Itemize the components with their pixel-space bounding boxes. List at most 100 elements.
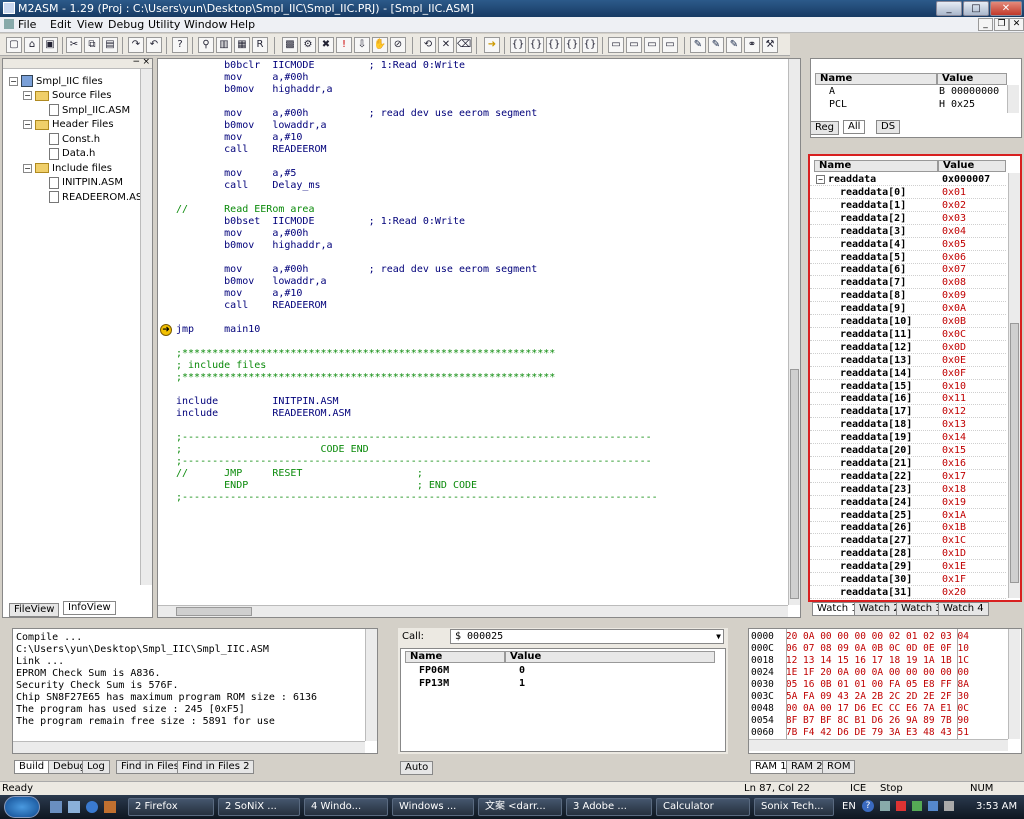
watch-row[interactable]: readdata[6] 0x07 [810, 263, 1006, 277]
tree-item[interactable]: − Source Files [23, 89, 111, 103]
tab-ds[interactable]: DS [876, 120, 901, 134]
menu-file[interactable]: File [4, 18, 36, 31]
tree-item[interactable]: Smpl_IIC.ASM [37, 103, 130, 117]
undo-icon[interactable]: ↶ [146, 37, 162, 53]
menu-edit[interactable]: Edit [50, 18, 71, 31]
reset-icon[interactable]: ⟲ [420, 37, 436, 53]
watch-row[interactable]: readdata[27] 0x1C [810, 534, 1006, 548]
watch-row[interactable]: readdata[24] 0x19 [810, 496, 1006, 509]
watch-row[interactable]: readdata[2] 0x03 [810, 212, 1006, 225]
disable-breakpoint-icon[interactable]: ✎ [726, 37, 742, 53]
ram-row[interactable]: 0000 20 0A 00 00 00 00 02 01 02 03 04 [751, 631, 969, 643]
step-out-icon[interactable]: {} [546, 37, 562, 53]
watch-row[interactable]: readdata[11] 0x0C [810, 328, 1006, 341]
clock[interactable]: 3:53 AM [976, 801, 1017, 812]
watch-row[interactable]: readdata[12] 0x0D [810, 341, 1006, 354]
watch-row[interactable]: readdata[23] 0x18 [810, 483, 1006, 496]
code-line[interactable]: b0bclr IICMODE ; 1:Read 0:Write [176, 60, 465, 72]
language-indicator[interactable]: EN [842, 801, 856, 812]
code-line[interactable]: mov a,#00h ; read dev use eerom segment [176, 264, 537, 276]
tab-ram-2[interactable]: ROM [822, 760, 856, 774]
code-line[interactable]: ;---------------------------------------… [176, 492, 658, 504]
tab-auto[interactable]: Auto [400, 761, 434, 775]
tab-reg[interactable]: Reg [810, 121, 839, 135]
download-icon[interactable]: ⇩ [354, 37, 370, 53]
reg-scrollbar[interactable] [1007, 85, 1019, 113]
close-button[interactable]: ✕ [990, 1, 1022, 16]
binoculars-icon[interactable]: ⚭ [744, 37, 760, 53]
watch-row[interactable]: readdata[28] 0x1D [810, 547, 1006, 561]
code-line[interactable]: ;---------------------------------------… [176, 456, 652, 468]
watch-row[interactable]: readdata[7] 0x08 [810, 276, 1006, 290]
editor-vscroll-thumb[interactable] [790, 369, 799, 599]
watch-row[interactable]: readdata[13] 0x0E [810, 354, 1006, 367]
tree-item[interactable]: − Include files [23, 161, 112, 175]
editor-vertical-scrollbar[interactable] [788, 59, 800, 605]
help-tray-icon[interactable]: ? [862, 800, 874, 812]
tab-all[interactable]: All [843, 120, 866, 134]
code-line[interactable]: mov a,#10 [176, 288, 302, 300]
watch-row[interactable]: readdata[18] 0x13 [810, 418, 1006, 432]
tab-output-0[interactable]: Build [14, 760, 50, 774]
watch-row[interactable]: readdata[17] 0x12 [810, 405, 1006, 419]
code-line[interactable]: include READEEROM.ASM [176, 408, 351, 420]
run-to-return-icon[interactable]: {} [582, 37, 598, 53]
taskbar-item[interactable]: 2 SoNiX ... [218, 798, 300, 816]
watch-root-row[interactable]: − readdata 0x000007 [810, 173, 1006, 186]
pane-close-icon[interactable]: × [142, 57, 150, 67]
code-line[interactable]: b0mov lowaddr,a [176, 120, 326, 132]
run-r-icon[interactable]: R [252, 37, 268, 53]
watch-row[interactable]: readdata[20] 0x15 [810, 444, 1006, 457]
stop-build-icon[interactable]: ! [336, 37, 352, 53]
collapse-icon[interactable]: − [9, 76, 18, 86]
watch-window-icon[interactable]: ▭ [608, 37, 624, 53]
switch-windows-icon[interactable] [68, 801, 80, 813]
code-line[interactable]: mov a,#5 [176, 168, 296, 180]
clipboard-icon[interactable]: ▥ [216, 37, 232, 53]
code-line[interactable]: b0mov highaddr,a [176, 84, 332, 96]
step-into-icon[interactable]: {} [510, 37, 526, 53]
mdi-minimize-icon[interactable]: _ [978, 18, 993, 31]
watch-row[interactable]: readdata[1] 0x02 [810, 199, 1006, 212]
call-stack-select[interactable]: $ 000025 ▼ [450, 629, 724, 644]
tab-watch-4[interactable]: Watch 4 [938, 602, 989, 616]
help-icon[interactable]: ? [172, 37, 188, 53]
tree-item[interactable]: − Smpl_IIC files [9, 74, 103, 88]
rebuild-icon[interactable]: ✖ [318, 37, 334, 53]
watch-row[interactable]: readdata[3] 0x04 [810, 225, 1006, 238]
taskbar-item[interactable]: 2 Firefox [128, 798, 214, 816]
code-line[interactable]: call READEEROM [176, 144, 326, 156]
break-icon[interactable]: ✕ [438, 37, 454, 53]
taskbar-item[interactable]: 4 Windo... [304, 798, 388, 816]
watch-row[interactable]: readdata[21] 0x16 [810, 457, 1006, 470]
ram-row[interactable]: 0024 1E 1F 20 0A 00 0A 00 00 00 00 00 [751, 667, 969, 679]
ram-vscroll[interactable] [1008, 629, 1020, 739]
copy-icon[interactable]: ⧉ [84, 37, 100, 53]
watch-row[interactable]: readdata[15] 0x10 [810, 380, 1006, 393]
watch-row[interactable]: readdata[8] 0x09 [810, 289, 1006, 303]
menu-help[interactable]: Help [230, 18, 255, 31]
tab-output-4[interactable]: Find in Files 2 [177, 760, 255, 774]
ram-row[interactable]: 0030 05 16 0B 01 01 00 FA 05 E8 FF 8A [751, 679, 969, 691]
collapse-icon[interactable]: − [23, 120, 32, 129]
network-icon[interactable] [928, 801, 938, 811]
taskbar-item[interactable]: Calculator [656, 798, 750, 816]
ram-row[interactable]: 0054 8F B7 BF 8C B1 D6 26 9A 89 7B 90 [751, 715, 969, 727]
tray-icon[interactable] [896, 801, 906, 811]
paste-icon[interactable]: ▤ [102, 37, 118, 53]
taskbar-item[interactable]: Windows ... [392, 798, 474, 816]
show-desktop-icon[interactable] [50, 801, 62, 813]
code-line[interactable]: ; CODE END [176, 444, 369, 456]
code-line[interactable]: ;***************************************… [176, 348, 555, 360]
watch-row[interactable]: readdata[10] 0x0B [810, 315, 1006, 328]
tray-icon[interactable] [912, 801, 922, 811]
tree-scrollbar[interactable] [140, 69, 152, 585]
cut-icon[interactable]: ✂ [66, 37, 82, 53]
watch-row[interactable]: readdata[5] 0x06 [810, 251, 1006, 264]
register-window-icon[interactable]: ▭ [626, 37, 642, 53]
go-icon[interactable]: ➜ [484, 37, 500, 53]
tray-icon[interactable] [880, 801, 890, 811]
code-line[interactable]: // JMP RESET ; [176, 468, 423, 480]
menu-debug[interactable]: Debug [108, 18, 144, 31]
ram-row[interactable]: 003C 5A FA 09 43 2A 2B 2C 2D 2E 2F 30 [751, 691, 969, 703]
